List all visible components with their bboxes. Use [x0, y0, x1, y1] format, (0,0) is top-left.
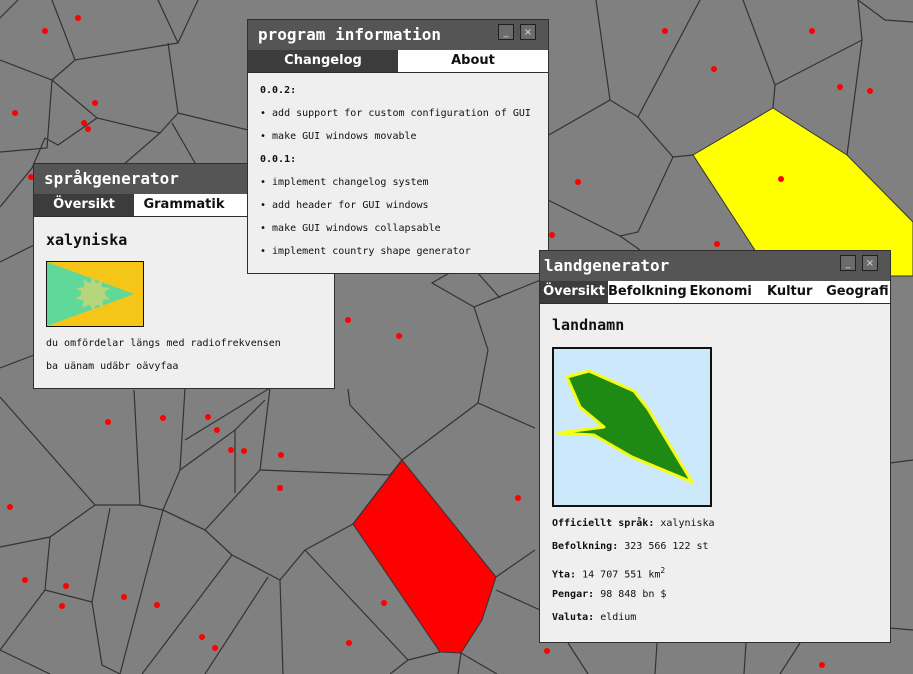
- sentence-1: du omfördelar längs med radiofrekvensen: [46, 338, 281, 349]
- changelog-version: 0.0.2:: [260, 85, 297, 96]
- stat-area: Yta: 14 707 551 km2: [552, 566, 666, 581]
- window-title: landgenerator: [544, 256, 670, 275]
- minimize-button[interactable]: _: [498, 24, 514, 40]
- stat-population: Befolkning: 323 566 122 st: [552, 541, 709, 552]
- stat-money: Pengar: 98 848 bn $: [552, 589, 667, 600]
- changelog-item: • make GUI windows movable: [260, 131, 417, 142]
- changelog-item: • implement changelog system: [260, 177, 429, 188]
- program-info-tabs: Changelog About: [248, 50, 548, 73]
- stat-currency: Valuta: eldium: [552, 612, 637, 623]
- tab-geografi[interactable]: Geografi: [824, 281, 890, 303]
- close-button[interactable]: ×: [862, 255, 878, 271]
- country-generator-window[interactable]: landgenerator _ × Översikt Befolkning Ek…: [539, 250, 891, 643]
- changelog-item: • add support for custom configuration o…: [260, 108, 531, 119]
- tab-grammatik[interactable]: Grammatik: [134, 194, 234, 216]
- sentence-2: ba uänam udäbr oävyfaa: [46, 361, 179, 372]
- tab-kultur[interactable]: Kultur: [754, 281, 825, 303]
- tab-ekonomi[interactable]: Ekonomi: [686, 281, 755, 303]
- country-tabs: Översikt Befolkning Ekonomi Kultur Geogr…: [540, 281, 890, 304]
- country-generator-titlebar[interactable]: landgenerator _ ×: [540, 251, 890, 281]
- changelog-item: • make GUI windows collapsable: [260, 223, 441, 234]
- tab-about[interactable]: About: [398, 50, 548, 72]
- window-title: program information: [258, 25, 442, 44]
- country-name: landnamn: [552, 316, 625, 334]
- changelog-item: • implement country shape generator: [260, 246, 471, 257]
- changelog-item: • add header for GUI windows: [260, 200, 429, 211]
- changelog-body: 0.0.2: • add support for custom configur…: [260, 73, 538, 273]
- country-shape-icon: [552, 347, 712, 507]
- language-name: xalyniska: [46, 231, 128, 249]
- flag-triangle-sun-icon: [46, 261, 144, 327]
- country-body: landnamn Officiellt språk: xalyniska Bef…: [552, 304, 880, 642]
- program-info-titlebar[interactable]: program information _ ×: [248, 20, 548, 50]
- tab-befolkning[interactable]: Befolkning: [608, 281, 687, 303]
- tab-changelog[interactable]: Changelog: [248, 50, 398, 72]
- changelog-version: 0.0.1:: [260, 154, 297, 165]
- minimize-button[interactable]: _: [840, 255, 856, 271]
- stat-official-language: Officiellt språk: xalyniska: [552, 518, 715, 529]
- close-button[interactable]: ×: [520, 24, 536, 40]
- tab-oversikt[interactable]: Översikt: [540, 281, 608, 303]
- program-info-window[interactable]: program information _ × Changelog About …: [247, 19, 549, 274]
- window-title: språkgenerator: [44, 169, 179, 188]
- tab-oversikt[interactable]: Översikt: [34, 194, 134, 216]
